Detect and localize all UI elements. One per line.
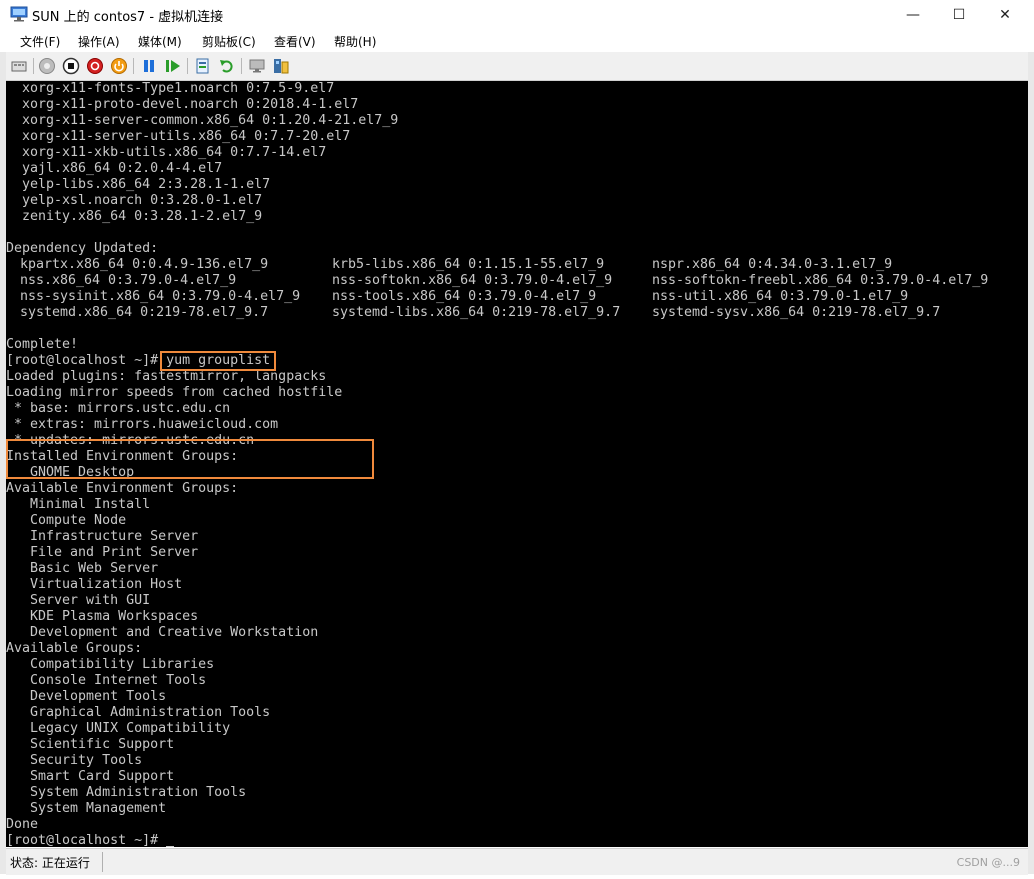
dependency-row: kpartx.x86_64 0:0.4.9-136.el7_9 krb5-libs… xyxy=(6,257,1028,273)
terminal-line: Basic Web Server xyxy=(6,561,159,576)
enhanced-session-icon[interactable] xyxy=(248,57,266,75)
menu-clipboard[interactable]: 剪贴板(C) xyxy=(202,33,256,50)
dependency-cell: krb5-libs.x86_64 0:1.15.1-55.el7_9 xyxy=(332,257,605,272)
terminal-line: xorg-x11-server-utils.x86_64 0:7.7-20.el… xyxy=(6,129,351,144)
menu-file[interactable]: 文件(F) xyxy=(20,33,60,50)
terminal-line: * extras: mirrors.huaweicloud.com xyxy=(6,417,279,432)
dependency-cell: nss-util.x86_64 0:3.79.0-1.el7_9 xyxy=(652,289,909,304)
right-frame xyxy=(1028,52,1034,874)
status-bar: 状态: 正在运行 CSDN @...9 xyxy=(6,848,1028,875)
resume-icon[interactable] xyxy=(164,57,182,75)
terminal-cursor xyxy=(166,846,175,847)
dependency-row: nss-sysinit.x86_64 0:3.79.0-4.el7_9 nss-t… xyxy=(6,289,1028,305)
dependency-cell: nss-tools.x86_64 0:3.79.0-4.el7_9 xyxy=(332,289,597,304)
revert-icon[interactable] xyxy=(218,57,236,75)
watermark: CSDN @...9 xyxy=(956,856,1020,869)
terminal-line: Scientific Support xyxy=(6,737,175,752)
terminal-line: Loading mirror speeds from cached hostfi… xyxy=(6,385,343,400)
title-bar: SUN 上的 contos7 - 虚拟机连接 — ☐ ✕ xyxy=(0,0,1034,30)
dependency-cell: kpartx.x86_64 0:0.4.9-136.el7_9 xyxy=(20,257,269,272)
dependency-cell: nss-softokn-freebl.x86_64 0:3.79.0-4.el7… xyxy=(652,273,989,288)
terminal-line: Loaded plugins: fastestmirror, langpacks xyxy=(6,369,327,384)
terminal-line: Available Environment Groups: xyxy=(6,481,239,496)
dependency-cell: systemd-sysv.x86_64 0:219-78.el7_9.7 xyxy=(652,305,941,320)
dependency-cell: nss.x86_64 0:3.79.0-4.el7_9 xyxy=(20,273,237,288)
terminal-line: Development Tools xyxy=(6,689,167,704)
terminal-line: Virtualization Host xyxy=(6,577,183,592)
terminal-line: Server with GUI xyxy=(6,593,151,608)
terminal-line: xorg-x11-xkb-utils.x86_64 0:7.7-14.el7 xyxy=(6,145,327,160)
menu-action[interactable]: 操作(A) xyxy=(78,33,120,50)
minimize-button[interactable]: — xyxy=(890,0,936,30)
vm-console-screen[interactable]: xorg-x11-fonts-Type1.noarch 0:7.5-9.el7 … xyxy=(6,81,1028,847)
installed-groups-highlight-box xyxy=(6,439,374,479)
dependency-cell: systemd.x86_64 0:219-78.el7_9.7 xyxy=(20,305,269,320)
terminal-line: xorg-x11-server-common.x86_64 0:1.20.4-2… xyxy=(6,113,399,128)
terminal-line: Graphical Administration Tools xyxy=(6,705,271,720)
terminal-line: KDE Plasma Workspaces xyxy=(6,609,199,624)
terminal-line: Compute Node xyxy=(6,513,127,528)
start-icon[interactable] xyxy=(38,57,56,75)
command-highlight-box xyxy=(160,351,277,371)
terminal-line: zenity.x86_64 0:3.28.1-2.el7_9 xyxy=(6,209,263,224)
toolbar-separator xyxy=(133,58,134,74)
window-title: SUN 上的 contos7 - 虚拟机连接 xyxy=(32,10,224,25)
toolbar-separator xyxy=(33,58,34,74)
terminal-line: Minimal Install xyxy=(6,497,151,512)
checkpoint-icon[interactable] xyxy=(194,57,212,75)
menu-bar: 文件(F) 操作(A) 媒体(M) 剪贴板(C) 查看(V) 帮助(H) xyxy=(0,30,1034,52)
maximize-button[interactable]: ☐ xyxy=(936,0,982,30)
terminal-line: Compatibility Libraries xyxy=(6,657,215,672)
terminal-line: Available Groups: xyxy=(6,641,143,656)
ctrl-alt-del-icon[interactable] xyxy=(10,57,28,75)
terminal-line: System Management xyxy=(6,801,167,816)
terminal-line: xorg-x11-fonts-Type1.noarch 0:7.5-9.el7 xyxy=(6,81,335,96)
terminal-line: File and Print Server xyxy=(6,545,199,560)
dependency-cell: nspr.x86_64 0:4.34.0-3.1.el7_9 xyxy=(652,257,893,272)
dependency-row: nss.x86_64 0:3.79.0-4.el7_9 nss-softokn.x… xyxy=(6,273,1028,289)
terminal-line: Infrastructure Server xyxy=(6,529,199,544)
dependency-cell: nss-sysinit.x86_64 0:3.79.0-4.el7_9 xyxy=(20,289,301,304)
vm-status-text: 状态: 正在运行 xyxy=(10,856,90,870)
vm-connect-icon xyxy=(10,6,28,22)
terminal-line: [root@localhost ~]# xyxy=(6,833,167,847)
turn-off-icon[interactable] xyxy=(62,57,80,75)
terminal-line: Done xyxy=(6,817,39,832)
terminal-line: yelp-libs.x86_64 2:3.28.1-1.el7 xyxy=(6,177,271,192)
terminal-line: yajl.x86_64 0:2.0.4-4.el7 xyxy=(6,161,223,176)
terminal-line: Dependency Updated: xyxy=(6,241,159,256)
power-icon[interactable] xyxy=(110,57,128,75)
toolbar-separator xyxy=(187,58,188,74)
terminal-line: Legacy UNIX Compatibility xyxy=(6,721,231,736)
terminal-line: Development and Creative Workstation xyxy=(6,625,319,640)
pause-icon[interactable] xyxy=(140,57,158,75)
terminal-line: Console Internet Tools xyxy=(6,673,207,688)
status-separator xyxy=(102,852,103,872)
terminal-line: Security Tools xyxy=(6,753,143,768)
shut-down-icon[interactable] xyxy=(86,57,104,75)
share-icon[interactable] xyxy=(272,57,290,75)
terminal-line: yelp-xsl.noarch 0:3.28.0-1.el7 xyxy=(6,193,263,208)
terminal-line: System Administration Tools xyxy=(6,785,247,800)
terminal-line: xorg-x11-proto-devel.noarch 0:2018.4-1.e… xyxy=(6,97,359,112)
menu-view[interactable]: 查看(V) xyxy=(274,33,316,50)
dependency-cell: nss-softokn.x86_64 0:3.79.0-4.el7_9 xyxy=(332,273,613,288)
terminal-line: * base: mirrors.ustc.edu.cn xyxy=(6,401,231,416)
toolbar xyxy=(6,52,1028,81)
terminal-line: Complete! xyxy=(6,337,79,352)
terminal-line: Smart Card Support xyxy=(6,769,175,784)
toolbar-separator xyxy=(241,58,242,74)
dependency-cell: systemd-libs.x86_64 0:219-78.el7_9.7 xyxy=(332,305,621,320)
menu-help[interactable]: 帮助(H) xyxy=(334,33,376,50)
close-button[interactable]: ✕ xyxy=(982,0,1028,30)
dependency-row: systemd.x86_64 0:219-78.el7_9.7 systemd-l… xyxy=(6,305,1028,321)
menu-media[interactable]: 媒体(M) xyxy=(138,33,182,50)
